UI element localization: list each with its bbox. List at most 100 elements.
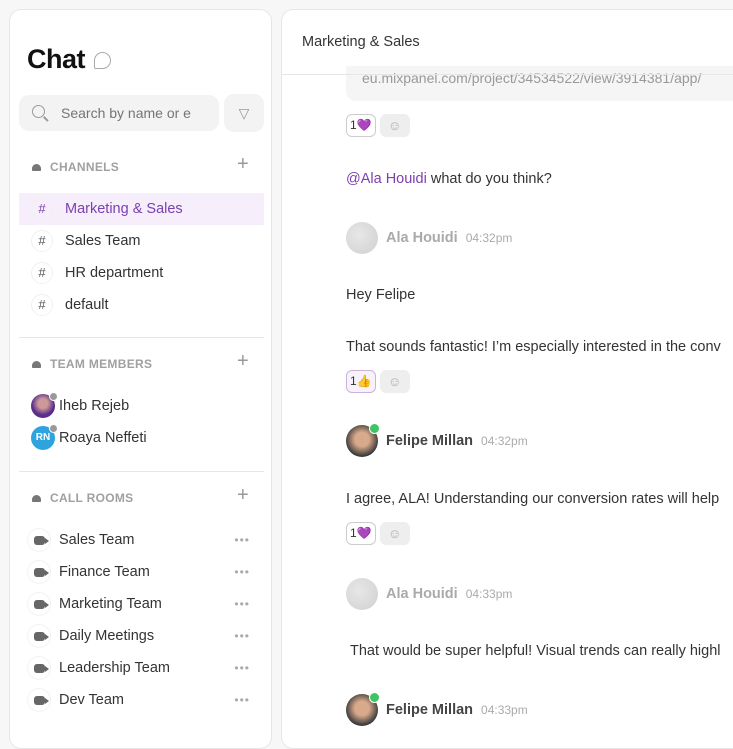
channel-title: Marketing & Sales xyxy=(302,34,420,50)
message-author: Felipe Millan 04:33pm xyxy=(346,692,528,726)
message-author: Felipe Millan 04:32pm xyxy=(346,423,528,457)
video-camera-icon xyxy=(27,592,51,616)
member-iheb-rejeb[interactable]: Iheb Rejeb xyxy=(19,390,264,422)
search-input[interactable] xyxy=(61,95,211,131)
hash-icon: # xyxy=(31,294,53,316)
add-reaction-icon[interactable]: ☺ xyxy=(379,370,410,393)
timestamp: 04:33pm xyxy=(481,703,528,717)
channel-label: Marketing & Sales xyxy=(65,201,183,217)
author-name[interactable]: Felipe Millan xyxy=(386,702,473,718)
reaction-heart[interactable]: 1💜 xyxy=(346,522,376,545)
more-options-icon[interactable]: ••• xyxy=(234,693,250,707)
channel-hr-department[interactable]: # HR department xyxy=(19,257,264,289)
chat-panel: eu.mixpanel.com/project/34534522/view/39… xyxy=(281,9,733,749)
app-title: Chat xyxy=(27,44,86,74)
sidebar: Chat ▽ CHANNELS + # Marketing & Sales # Sa… xyxy=(9,9,272,749)
timestamp: 04:32pm xyxy=(481,434,528,448)
timestamp: 04:32pm xyxy=(465,231,513,245)
more-options-icon[interactable]: ••• xyxy=(234,661,250,675)
add-reaction-icon[interactable]: ☺ xyxy=(379,522,410,545)
message-text: @Ala Houidi what do you think? xyxy=(346,171,552,187)
search-box[interactable] xyxy=(19,95,219,131)
channel-label: Sales Team xyxy=(65,233,141,249)
video-camera-icon xyxy=(27,656,51,680)
call-room-label: Leadership Team xyxy=(59,660,170,676)
more-options-icon[interactable]: ••• xyxy=(234,597,250,611)
message-text: Hey Felipe xyxy=(346,287,416,303)
message-author: Ala Houidi 04:32pm xyxy=(346,222,512,254)
reactions: 1💜 ☺ xyxy=(346,114,410,137)
avatar xyxy=(31,392,58,418)
link-preview[interactable]: eu.mixpanel.com/project/34534522/view/39… xyxy=(346,66,733,101)
author-name[interactable]: Ala Houidi xyxy=(386,586,458,602)
reactions: 1👍 ☺ xyxy=(346,370,410,393)
more-options-icon[interactable]: ••• xyxy=(234,629,250,643)
message-text: I agree, ALA! Understanding our conversi… xyxy=(346,491,720,507)
collapse-icon xyxy=(32,361,41,368)
more-options-icon[interactable]: ••• xyxy=(234,533,250,547)
hash-icon: # xyxy=(31,230,53,252)
message-text: That sounds fantastic! I’m especially in… xyxy=(346,339,721,355)
channels-header[interactable]: CHANNELS xyxy=(32,160,119,174)
avatar xyxy=(346,423,380,457)
avatar xyxy=(346,222,378,254)
reaction-heart[interactable]: 1💜 xyxy=(346,114,376,137)
avatar-initials: RN xyxy=(35,432,51,443)
header-divider xyxy=(282,74,733,75)
video-camera-icon xyxy=(27,624,51,648)
call-room-item[interactable]: Sales Team ••• xyxy=(19,524,264,556)
reactions: 1💜 ☺ xyxy=(346,522,410,545)
reaction-thumbs-up[interactable]: 1👍 xyxy=(346,370,376,393)
call-room-item[interactable]: Leadership Team ••• xyxy=(19,652,264,684)
section-label: TEAM MEMBERS xyxy=(50,357,153,371)
filter-button[interactable]: ▽ xyxy=(224,94,264,132)
channel-label: default xyxy=(65,297,109,313)
add-call-room-button[interactable]: + xyxy=(237,484,249,507)
add-member-button[interactable]: + xyxy=(237,350,249,373)
call-room-item[interactable]: Finance Team ••• xyxy=(19,556,264,588)
avatar xyxy=(346,578,378,610)
hash-icon: # xyxy=(31,198,53,220)
call-rooms-header[interactable]: CALL ROOMS xyxy=(32,491,133,505)
video-camera-icon xyxy=(27,688,51,712)
collapse-icon xyxy=(32,164,41,171)
video-camera-icon xyxy=(27,560,51,584)
call-room-label: Daily Meetings xyxy=(59,628,155,644)
add-channel-button[interactable]: + xyxy=(237,153,249,176)
author-name[interactable]: Ala Houidi xyxy=(386,230,458,246)
timestamp: 04:33pm xyxy=(465,587,513,601)
channel-label: HR department xyxy=(65,265,164,281)
call-room-label: Marketing Team xyxy=(59,596,162,612)
collapse-icon xyxy=(32,495,41,502)
channel-marketing-sales[interactable]: # Marketing & Sales xyxy=(19,193,264,225)
more-options-icon[interactable]: ••• xyxy=(234,565,250,579)
status-dot xyxy=(49,424,58,433)
avatar: RN xyxy=(31,424,58,450)
member-name: Roaya Neffeti xyxy=(59,430,147,446)
add-reaction-icon[interactable]: ☺ xyxy=(379,114,410,137)
filter-icon: ▽ xyxy=(238,105,250,121)
channel-default[interactable]: # default xyxy=(19,289,264,321)
message-author: Ala Houidi 04:33pm xyxy=(346,578,512,610)
mention-link[interactable]: @Ala Houidi xyxy=(346,171,427,187)
section-label: CHANNELS xyxy=(50,160,120,174)
divider xyxy=(19,471,264,472)
team-members-header[interactable]: TEAM MEMBERS xyxy=(32,357,152,371)
section-label: CALL ROOMS xyxy=(50,491,134,505)
chat-bubble-icon xyxy=(94,52,111,69)
member-name: Iheb Rejeb xyxy=(59,398,130,414)
call-room-label: Dev Team xyxy=(59,692,125,708)
video-camera-icon xyxy=(27,528,51,552)
channel-sales-team[interactable]: # Sales Team xyxy=(19,225,264,257)
author-name[interactable]: Felipe Millan xyxy=(386,433,473,449)
hash-icon: # xyxy=(31,262,53,284)
call-room-item[interactable]: Dev Team ••• xyxy=(19,684,264,716)
online-status-dot xyxy=(369,692,380,703)
member-roaya-neffeti[interactable]: RN Roaya Neffeti xyxy=(19,422,264,454)
call-room-item[interactable]: Marketing Team ••• xyxy=(19,588,264,620)
message-text: That would be super helpful! Visual tren… xyxy=(350,643,721,659)
call-room-label: Finance Team xyxy=(59,564,150,580)
online-status-dot xyxy=(369,423,380,434)
status-dot xyxy=(49,392,58,401)
call-room-item[interactable]: Daily Meetings ••• xyxy=(19,620,264,652)
